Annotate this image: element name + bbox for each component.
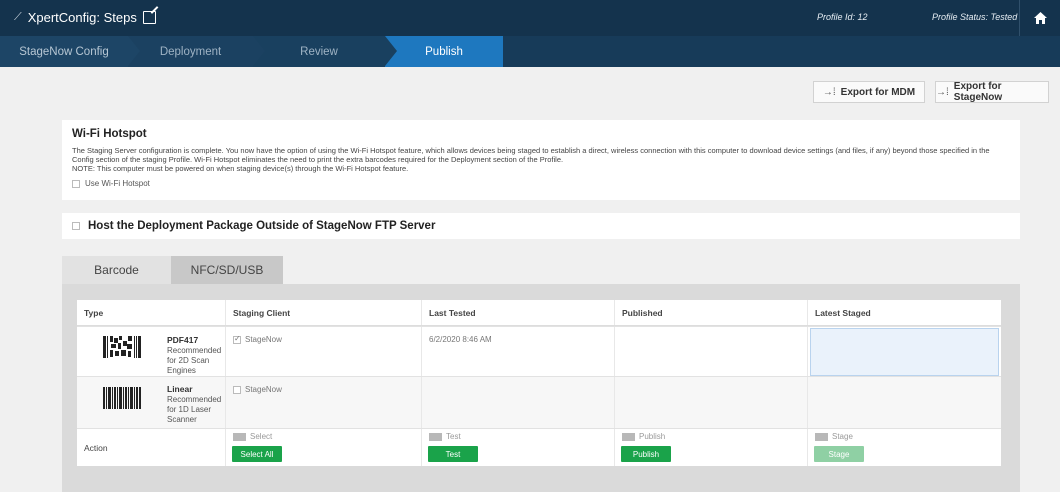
wifi-note: NOTE: This computer must be powered on w… — [72, 164, 409, 173]
use-wifi-hotspot-label: Use Wi-Fi Hotspot — [85, 179, 150, 188]
barcode-type-desc: Recommended for 2D Scan Engines — [167, 346, 222, 375]
type-cell: Linear Recommended for 1D Laser Scanner — [77, 377, 225, 428]
linear-barcode-icon — [103, 387, 141, 409]
col-header-published: Published — [614, 300, 807, 325]
select-label-group: Select — [233, 432, 272, 441]
staging-client-label: StageNow — [245, 335, 282, 344]
staging-client-option[interactable]: StageNow — [233, 334, 282, 344]
table-row: Linear Recommended for 1D Laser Scanner … — [77, 376, 1001, 428]
published-cell — [614, 377, 807, 428]
host-deployment-checkbox[interactable] — [72, 222, 80, 230]
tab-barcode-label: Barcode — [94, 263, 139, 277]
wifi-hotspot-panel: Wi-Fi Hotspot The Staging Server configu… — [62, 120, 1020, 200]
select-label: Select — [250, 432, 273, 441]
select-cell: Select Select All — [225, 429, 421, 466]
step-publish[interactable]: Publish — [385, 36, 503, 67]
col-header-type: Type — [84, 307, 104, 318]
host-deployment-panel: Host the Deployment Package Outside of S… — [62, 213, 1020, 239]
use-wifi-hotspot-option[interactable]: Use Wi-Fi Hotspot — [72, 179, 1010, 188]
use-wifi-hotspot-checkbox[interactable] — [72, 179, 80, 188]
staging-client-cell: StageNow — [225, 377, 421, 428]
publish-icon — [622, 432, 635, 441]
action-label-cell: Action — [77, 429, 225, 466]
last-tested-value: 6/2/2020 8:46 AM — [429, 335, 492, 344]
export-stagenow-button[interactable]: →⁞ Export for StageNow — [935, 81, 1049, 103]
test-button[interactable]: Test — [428, 446, 478, 462]
stage-cell: Stage Stage — [807, 429, 1001, 466]
step-label: Review — [300, 45, 338, 58]
export-icon: →⁞ — [936, 86, 949, 98]
last-tested-cell — [421, 377, 614, 428]
step-label: StageNow Config — [19, 45, 109, 58]
tab-barcode[interactable]: Barcode — [62, 256, 171, 284]
table-row: PDF417 Recommended for 2D Scan Engines S… — [77, 326, 1001, 376]
test-cell: Test Test — [421, 429, 614, 466]
step-label: Deployment — [159, 45, 222, 58]
last-tested-cell: 6/2/2020 8:46 AM — [421, 327, 614, 376]
test-icon — [429, 432, 442, 441]
profile-id: Profile Id: 12 — [817, 12, 868, 22]
wand-icon: ⟋ — [14, 11, 22, 23]
latest-staged-cell — [807, 377, 1001, 428]
col-header-staging-client: Staging Client — [225, 300, 421, 325]
home-icon — [1033, 12, 1047, 24]
col-header-last-tested: Last Tested — [421, 300, 614, 325]
top-bar: ⟋ XpertConfig: Steps Profile Id: 12 Prof… — [0, 0, 1060, 36]
staging-client-cell: StageNow — [225, 327, 421, 376]
step-deployment[interactable]: Deployment — [128, 36, 265, 67]
publish-label: Publish — [639, 432, 666, 441]
tab-nfc-sd-usb[interactable]: NFC/SD/USB — [171, 256, 283, 284]
step-stagenow-config[interactable]: StageNow Config — [0, 36, 140, 67]
action-label: Action — [84, 443, 108, 453]
type-cell: PDF417 Recommended for 2D Scan Engines — [77, 327, 225, 376]
stage-icon — [815, 432, 828, 441]
home-button[interactable] — [1019, 0, 1060, 36]
latest-staged-highlight[interactable] — [810, 328, 999, 376]
app-title-group: ⟋ XpertConfig: Steps — [14, 10, 156, 25]
test-label-group: Test — [429, 432, 461, 441]
col-header-latest-staged: Latest Staged — [807, 300, 1001, 325]
barcode-type-name: PDF417 — [167, 335, 199, 345]
tab-nfc-label: NFC/SD/USB — [190, 263, 264, 277]
stage-label-group: Stage — [815, 432, 853, 441]
step-nav: StageNow Config Deployment Review Publis… — [0, 36, 1060, 67]
select-all-button[interactable]: Select All — [232, 446, 282, 462]
barcode-table: Type Staging Client Last Tested Publishe… — [77, 300, 1001, 466]
profile-status: Profile Status: Tested — [932, 12, 1018, 22]
host-deployment-label: Host the Deployment Package Outside of S… — [88, 220, 436, 232]
publish-label-group: Publish — [622, 432, 665, 441]
barcode-type-linear: Linear Recommended for 1D Laser Scanner — [167, 384, 222, 425]
staging-client-option[interactable]: StageNow — [233, 385, 282, 394]
barcode-type-pdf417: PDF417 Recommended for 2D Scan Engines — [167, 335, 222, 376]
test-label: Test — [446, 432, 461, 441]
barcode-type-name: Linear — [167, 384, 193, 394]
app-title: XpertConfig: Steps — [27, 10, 137, 25]
stage-button[interactable]: Stage — [814, 446, 864, 462]
edit-icon[interactable] — [142, 11, 156, 24]
pdf417-barcode-icon — [103, 336, 141, 358]
published-cell — [614, 327, 807, 376]
latest-staged-cell — [807, 327, 1001, 376]
publish-cell: Publish Publish — [614, 429, 807, 466]
export-mdm-label: Export for MDM — [840, 86, 916, 98]
barcode-type-desc: Recommended for 1D Laser Scanner — [167, 395, 222, 424]
publish-button[interactable]: Publish — [621, 446, 671, 462]
export-icon: →⁞ — [822, 86, 836, 98]
export-mdm-button[interactable]: →⁞ Export for MDM — [813, 81, 925, 103]
wifi-description: The Staging Server configuration is comp… — [72, 146, 990, 164]
staging-client-label: StageNow — [245, 385, 282, 394]
stage-label: Stage — [832, 432, 853, 441]
wifi-title: Wi-Fi Hotspot — [72, 128, 147, 140]
step-review[interactable]: Review — [253, 36, 397, 67]
stagenow-checkbox[interactable] — [233, 334, 241, 344]
export-stagenow-label: Export for StageNow — [953, 81, 1003, 103]
select-icon — [233, 432, 246, 441]
table-header-row: Type Staging Client Last Tested Publishe… — [77, 300, 1001, 326]
action-row: Action Select Select All Test Test Publi… — [77, 428, 1001, 466]
step-label: Publish — [425, 45, 463, 58]
stagenow-checkbox[interactable] — [233, 385, 241, 394]
